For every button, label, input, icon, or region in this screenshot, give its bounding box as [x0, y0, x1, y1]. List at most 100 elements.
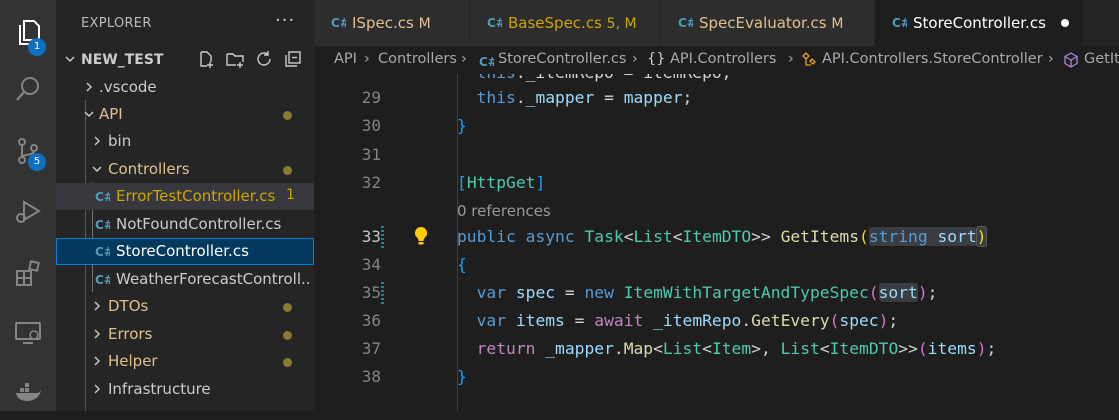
lightbulb-icon[interactable] — [412, 225, 430, 247]
modified-dot — [283, 331, 292, 340]
tree-item-label: bin — [108, 132, 132, 150]
search-view-button[interactable] — [0, 62, 56, 116]
code-line: 33 public async Task<List<ItemDTO>> GetI… — [314, 224, 1119, 251]
breadcrumb-separator-icon: › — [788, 51, 794, 67]
svg-text:C#: C# — [487, 16, 502, 30]
code-editor[interactable]: this._itemRepo = itemRepo; 29 this._mapp… — [314, 74, 1119, 411]
line-number: 37 — [361, 339, 381, 358]
tab-ispec[interactable]: C# ISpec.cs M — [314, 0, 470, 46]
svg-text:C#: C# — [331, 16, 346, 30]
source-control-badge: 5 — [28, 153, 46, 171]
csharp-file-icon: C# — [678, 16, 693, 30]
chevron-right-icon — [94, 136, 100, 146]
breadcrumb-separator-icon: › — [632, 51, 638, 67]
breadcrumb-separator-icon: › — [364, 51, 370, 67]
code-text: var spec = new ItemWithTargetAndTypeSpec… — [476, 283, 938, 302]
tree-file-weatherforecastcontroller[interactable]: C# WeatherForecastControll... — [56, 266, 314, 293]
code-text: { — [457, 255, 467, 274]
code-text: return _mapper.Map<List<Item>, List<Item… — [476, 339, 997, 358]
modified-dot — [283, 166, 292, 175]
breadcrumb-item[interactable]: Controllers — [378, 51, 457, 67]
code-line: 36 var items = await _itemRepo.GetEvery(… — [314, 308, 1119, 335]
modified-gutter-indicator — [381, 226, 384, 249]
csharp-file-icon: C# — [95, 190, 110, 204]
remote-explorer-view-button[interactable] — [0, 306, 56, 360]
code-text: public async Task<List<ItemDTO>> GetItem… — [457, 226, 988, 247]
tab-specevaluator[interactable]: C# SpecEvaluator.cs M — [661, 0, 875, 46]
tree-item-label: NotFoundController.cs — [116, 215, 282, 233]
csharp-file-icon: C# — [95, 245, 110, 259]
extensions-icon — [16, 260, 40, 286]
more-actions-button[interactable]: ··· — [275, 10, 295, 31]
sidebar-title: EXPLORER — [81, 16, 152, 31]
tree-folder-helper[interactable]: Helper — [56, 348, 314, 375]
workspace-name: NEW_TEST — [81, 52, 164, 68]
svg-text:C#: C# — [95, 218, 110, 232]
run-debug-view-button[interactable] — [0, 184, 56, 238]
tree-item-label: Helper — [108, 352, 158, 370]
chevron-right-icon — [94, 384, 100, 394]
svg-text:C#: C# — [95, 190, 110, 204]
tree-folder-dtos[interactable]: DTOs — [56, 293, 314, 320]
new-folder-icon[interactable] — [225, 49, 245, 69]
extensions-view-button[interactable] — [0, 246, 56, 300]
code-text: this._mapper = mapper; — [476, 88, 693, 107]
tree-item-label: API — [99, 105, 123, 123]
tab-basespec[interactable]: C# BaseSpec.cs 5, M — [470, 0, 661, 46]
tree-folder-api[interactable]: API — [56, 101, 314, 128]
tree-item-label: Infrastructure — [108, 380, 211, 398]
tree-folder-controllers[interactable]: Controllers — [56, 156, 314, 183]
tree-file-storecontroller[interactable]: C# StoreController.cs — [56, 238, 314, 265]
class-icon — [802, 52, 816, 66]
explorer-view-button[interactable]: 1 — [0, 5, 56, 59]
new-file-icon[interactable] — [196, 49, 216, 69]
tab-storecontroller[interactable]: C# StoreController.cs — [875, 0, 1084, 46]
tree-item-label: ErrorTestController.cs — [116, 187, 276, 205]
tree-item-label: Errors — [108, 325, 153, 343]
line-number: 30 — [361, 116, 381, 135]
line-number: 35 — [361, 283, 381, 302]
chevron-down-icon — [84, 111, 94, 117]
breadcrumb-item[interactable]: API.Controllers.StoreController — [822, 51, 1043, 67]
tree-file-errortestcontroller[interactable]: C# ErrorTestController.cs 1 — [56, 183, 314, 210]
tree-item-label: DTOs — [108, 297, 149, 315]
collapse-all-icon[interactable] — [283, 49, 303, 69]
line-number: 31 — [361, 145, 381, 164]
docker-icon — [16, 383, 41, 401]
unsaved-dot-icon[interactable] — [1061, 19, 1069, 27]
tree-folder-bin[interactable]: bin — [56, 128, 314, 155]
breadcrumb-item[interactable]: GetIt — [1084, 51, 1119, 67]
svg-text:C#: C# — [95, 273, 110, 287]
line-number: 36 — [361, 311, 381, 330]
code-text: [HttpGet] — [457, 173, 546, 192]
modified-dot — [283, 303, 292, 312]
docker-view-button[interactable] — [0, 366, 56, 420]
svg-text:C#: C# — [892, 16, 907, 30]
tab-label: BaseSpec.cs 5, M — [508, 14, 637, 32]
breadcrumb-item[interactable]: API — [334, 51, 357, 67]
breadcrumb-item[interactable]: API.Controllers — [670, 51, 776, 67]
problem-count-badge: 1 — [286, 187, 295, 203]
references-code-lens[interactable]: 0 references — [457, 202, 551, 220]
refresh-icon[interactable] — [254, 49, 274, 69]
tree-folder-infrastructure[interactable]: Infrastructure — [56, 376, 314, 403]
source-control-view-button[interactable]: 5 — [0, 124, 56, 178]
code-text: } — [457, 116, 467, 135]
code-line: 32 [HttpGet] — [314, 170, 1119, 197]
code-line: 37 return _mapper.Map<List<Item>, List<I… — [314, 336, 1119, 363]
explorer-sidebar: EXPLORER ··· NEW_TEST .vscode API bin Co… — [56, 0, 314, 411]
tree-file-notfoundcontroller[interactable]: C# NotFoundController.cs — [56, 211, 314, 238]
breadcrumb-item[interactable]: StoreController.cs — [498, 51, 626, 67]
tree-folder-errors[interactable]: Errors — [56, 321, 314, 348]
chevron-down-icon — [65, 56, 75, 63]
csharp-file-icon: C# — [95, 273, 110, 287]
code-text: var items = await _itemRepo.GetEvery(spe… — [476, 311, 899, 330]
code-text: } — [457, 367, 467, 386]
code-lens-line: 0 references — [314, 198, 1119, 225]
tree-folder-vscode[interactable]: .vscode — [56, 74, 314, 101]
tab-label: SpecEvaluator.cs M — [699, 14, 844, 32]
line-number: 33 — [361, 227, 381, 246]
line-number: 34 — [361, 255, 381, 274]
workspace-header[interactable]: NEW_TEST — [56, 46, 314, 73]
breadcrumb-separator-icon: › — [1048, 51, 1054, 67]
